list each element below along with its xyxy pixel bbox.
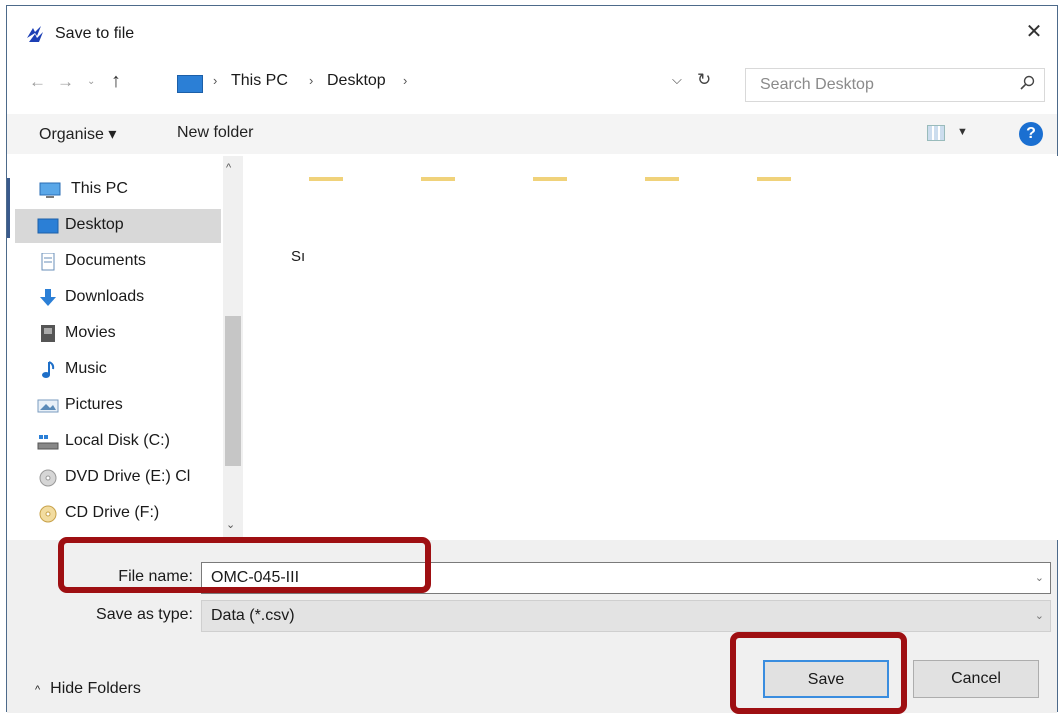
pc-icon — [39, 182, 61, 198]
back-arrow-icon[interactable]: ← — [29, 72, 46, 92]
file-item-label: Sı — [291, 248, 306, 265]
file-list-pane[interactable]: Sı — [247, 156, 1059, 540]
command-toolbar: Organise ▾ New folder ▼ ? — [7, 114, 1057, 154]
folder-icon[interactable] — [421, 177, 455, 181]
address-field[interactable]: › This PC › Desktop › ⌵ ↻ — [167, 68, 727, 100]
save-as-type-select[interactable]: Data (*.csv) ⌄ — [201, 600, 1051, 632]
folder-icon[interactable] — [309, 177, 343, 181]
folder-icon[interactable] — [645, 177, 679, 181]
navigation-pane-edge — [7, 178, 10, 238]
sidebar-item-this-pc[interactable]: This PC — [15, 173, 221, 207]
sidebar-item-dvd-drive[interactable]: DVD Drive (E:) Cl — [15, 461, 221, 495]
help-icon[interactable]: ? — [1019, 122, 1043, 146]
window-title: Save to file — [55, 25, 135, 42]
folder-icon[interactable] — [533, 177, 567, 181]
breadcrumb-separator: › — [309, 73, 314, 88]
local-disk-icon — [37, 435, 59, 450]
save-dialog: Save to file ✕ ← → ⌄ ↑ › This PC › Deskt… — [6, 5, 1059, 713]
hide-folders-caret-icon: ^ — [35, 684, 41, 696]
folder-icon[interactable] — [757, 177, 791, 181]
sidebar-item-label: Desktop — [65, 216, 124, 233]
sidebar-item-label: This PC — [71, 180, 128, 197]
sidebar-item-label: Movies — [65, 324, 116, 341]
sidebar-item-label: Local Disk (C:) — [65, 432, 170, 449]
search-icon — [1020, 75, 1035, 90]
breadcrumb-this-pc[interactable]: This PC — [231, 72, 288, 90]
sidebar-item-label: Downloads — [65, 288, 145, 305]
view-options-icon[interactable] — [927, 125, 945, 141]
sidebar-item-documents[interactable]: Documents — [15, 245, 221, 279]
scroll-up-icon[interactable]: ^ — [226, 162, 231, 174]
forward-arrow-icon[interactable]: → — [57, 72, 74, 92]
save-form-area: File name: OMC-045-III ⌄ Save as type: D… — [7, 540, 1057, 713]
save-as-type-value: Data (*.csv) — [211, 607, 295, 624]
downloads-icon — [40, 289, 56, 306]
close-button[interactable]: ✕ — [1021, 20, 1047, 46]
recent-locations-chevron-icon[interactable]: ⌄ — [87, 76, 95, 87]
hide-folders-label: Hide Folders — [50, 680, 141, 697]
sidebar-item-label: DVD Drive (E:) Cl — [65, 468, 191, 485]
desktop-icon — [37, 218, 59, 234]
sidebar-item-label: Music — [65, 360, 107, 377]
up-arrow-icon[interactable]: ↑ — [111, 70, 121, 93]
file-name-field[interactable]: OMC-045-III ⌄ — [201, 562, 1051, 594]
scrollbar-thumb[interactable] — [225, 316, 241, 466]
dvd-drive-icon — [39, 469, 57, 487]
sidebar-item-movies[interactable]: Movies — [15, 317, 221, 351]
file-name-dropdown-icon[interactable]: ⌄ — [1035, 571, 1044, 584]
sidebar-item-cd-drive[interactable]: CD Drive (F:) — [15, 497, 221, 531]
sidebar-item-desktop[interactable]: Desktop — [15, 209, 221, 243]
refresh-icon[interactable]: ↻ — [697, 70, 711, 90]
app-logo-icon — [27, 26, 43, 42]
file-name-label: File name: — [118, 568, 193, 585]
cancel-button[interactable]: Cancel — [913, 660, 1039, 698]
save-button[interactable]: Save — [763, 660, 889, 698]
sidebar-item-local-disk[interactable]: Local Disk (C:) — [15, 425, 221, 459]
file-name-value[interactable]: OMC-045-III — [211, 569, 299, 587]
title-bar: Save to file ✕ — [7, 6, 1057, 56]
scroll-down-icon[interactable]: ⌄ — [226, 518, 235, 531]
movies-icon — [41, 325, 55, 342]
organise-menu-button[interactable]: Organise ▾ — [39, 124, 116, 144]
music-icon — [42, 361, 55, 378]
this-pc-icon — [177, 75, 203, 93]
sidebar-scrollbar[interactable]: ^ ⌄ — [223, 156, 243, 540]
breadcrumb-desktop[interactable]: Desktop — [327, 72, 386, 90]
view-options-dropdown-icon[interactable]: ▼ — [957, 126, 968, 138]
search-placeholder: Search Desktop — [760, 76, 874, 93]
sidebar-item-label: CD Drive (F:) — [65, 504, 160, 521]
sidebar-item-downloads[interactable]: Downloads — [15, 281, 221, 315]
search-input[interactable]: Search Desktop — [745, 68, 1045, 102]
breadcrumb-separator: › — [213, 73, 218, 88]
documents-icon — [41, 253, 55, 271]
breadcrumb-separator: › — [403, 73, 408, 88]
save-as-type-label: Save as type: — [96, 606, 193, 623]
pictures-icon — [37, 399, 59, 413]
sidebar-item-label: Pictures — [65, 396, 123, 413]
cd-drive-icon — [39, 505, 57, 523]
address-dropdown-icon[interactable]: ⌵ — [672, 72, 682, 88]
navigation-pane: This PC Desktop Documents Downloads Movi… — [7, 156, 247, 540]
sidebar-item-label: Documents — [65, 252, 146, 269]
save-as-type-dropdown-icon[interactable]: ⌄ — [1035, 609, 1044, 622]
sidebar-item-music[interactable]: Music — [15, 353, 221, 387]
address-bar-row: ← → ⌄ ↑ › This PC › Desktop › ⌵ ↻ Search… — [7, 68, 1057, 102]
hide-folders-button[interactable]: ^ Hide Folders — [35, 680, 141, 698]
new-folder-button[interactable]: New folder — [177, 124, 253, 142]
sidebar-item-pictures[interactable]: Pictures — [15, 389, 221, 423]
